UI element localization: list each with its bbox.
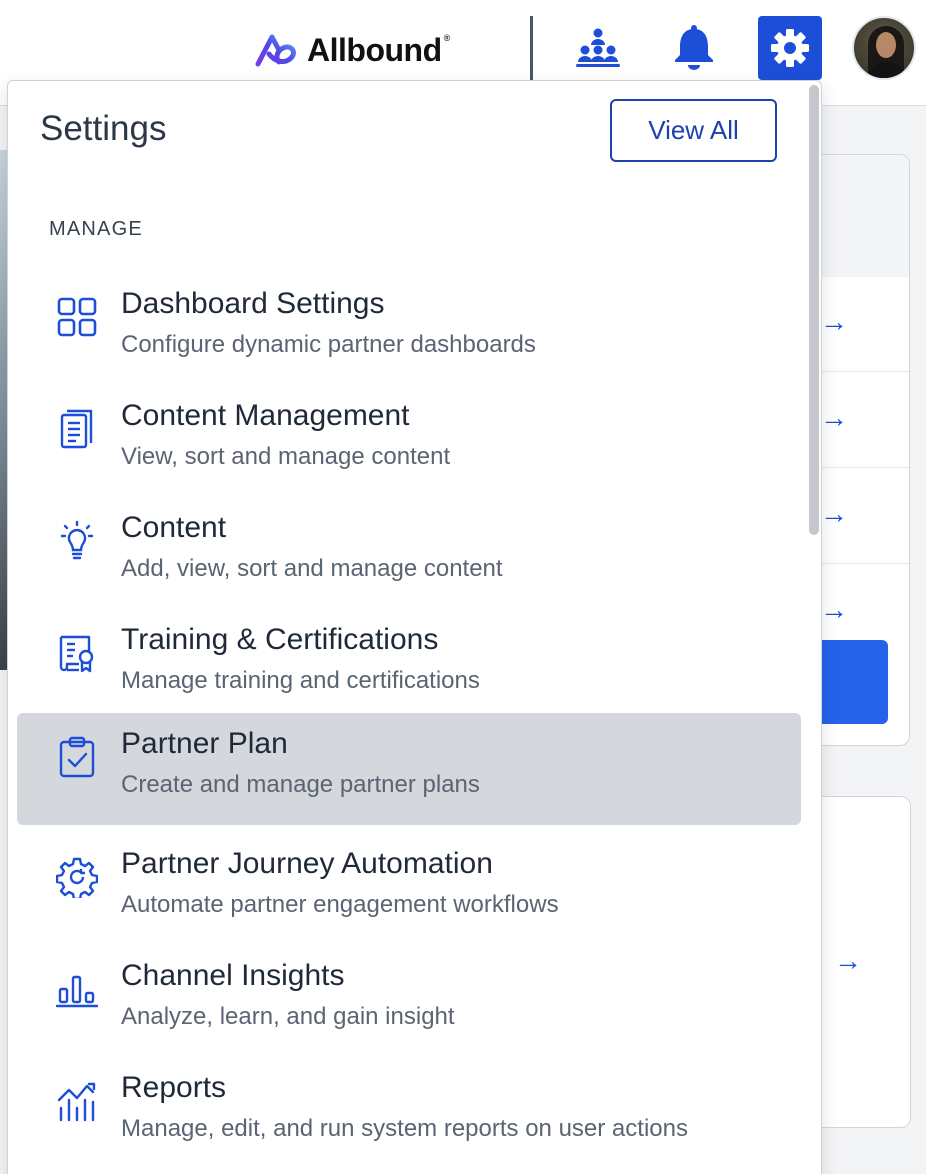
menu-item-title: Reports — [121, 1071, 227, 1104]
gear-icon — [771, 29, 809, 67]
menu-item-title: Channel Insights — [121, 959, 345, 992]
allbound-logo-mark-icon — [255, 34, 296, 67]
menu-item-description: Analyze, learn, and gain insight — [121, 1003, 455, 1030]
allbound-logo[interactable]: Allbound ® — [255, 28, 450, 72]
menu-item-reports[interactable]: Reports Manage, edit, and run system rep… — [17, 1057, 801, 1169]
document-icon — [55, 407, 99, 451]
lightbulb-icon — [55, 519, 99, 563]
menu-item-title: Content — [121, 511, 227, 544]
menu-item-title: Partner Journey Automation — [121, 847, 493, 880]
certificate-icon — [55, 631, 99, 675]
menu-item-channel-insights[interactable]: Channel Insights Analyze, learn, and gai… — [17, 945, 801, 1057]
menu-item-title: Content Management — [121, 399, 410, 432]
arrow-right-icon[interactable]: → — [820, 308, 848, 336]
settings-title: Settings — [40, 109, 167, 148]
menu-item-content-management[interactable]: Content Management View, sort and manage… — [17, 385, 801, 497]
menu-item-description: Configure dynamic partner dashboards — [121, 331, 536, 358]
user-avatar[interactable] — [852, 16, 916, 80]
menu-item-description: Automate partner engagement workflows — [121, 891, 559, 918]
menu-item-partner-plan[interactable]: Partner Plan Create and manage partner p… — [17, 713, 801, 825]
dropdown-scrollbar[interactable] — [809, 85, 819, 535]
menu-item-training-certifications[interactable]: Training & Certifications Manage trainin… — [17, 609, 801, 721]
arrow-right-icon[interactable]: → — [820, 500, 848, 528]
bell-icon[interactable] — [668, 22, 720, 74]
menu-item-title: Training & Certifications — [121, 623, 439, 656]
menu-item-title: Partner Plan — [121, 727, 288, 760]
view-all-button[interactable]: View All — [610, 99, 777, 162]
brand-name: Allbound — [307, 31, 442, 68]
menu-item-description: View, sort and manage content — [121, 443, 451, 470]
org-chart-icon[interactable] — [572, 22, 624, 74]
dashboard-grid-icon — [55, 295, 99, 339]
menu-item-description: Manage, edit, and run system reports on … — [121, 1115, 688, 1142]
menu-item-partner-journey-automation[interactable]: Partner Journey Automation Automate part… — [17, 833, 801, 945]
menu-item-title: Dashboard Settings — [121, 287, 385, 320]
arrow-right-icon[interactable]: → — [820, 596, 848, 624]
settings-gear-button[interactable] — [758, 16, 822, 80]
report-chart-icon — [55, 1079, 99, 1123]
menu-item-description: Create and manage partner plans — [121, 771, 480, 798]
settings-dropdown: Settings View All MANAGE Dashboard Setti… — [7, 80, 822, 1174]
menu-item-dashboard-settings[interactable]: Dashboard Settings Configure dynamic par… — [17, 273, 801, 385]
menu-item-description: Manage training and certifications — [121, 667, 480, 694]
arrow-right-icon[interactable]: → — [834, 947, 862, 975]
bar-chart-icon — [55, 967, 99, 1011]
cog-refresh-icon — [55, 855, 99, 899]
arrow-right-icon[interactable]: → — [820, 404, 848, 432]
header-divider — [530, 16, 533, 80]
clipboard-check-icon — [55, 735, 99, 779]
section-label-manage: MANAGE — [49, 218, 143, 240]
menu-item-description: Add, view, sort and manage content — [121, 555, 503, 582]
menu-item-content[interactable]: Content Add, view, sort and manage conte… — [17, 497, 801, 609]
registered-mark: ® — [443, 33, 451, 43]
